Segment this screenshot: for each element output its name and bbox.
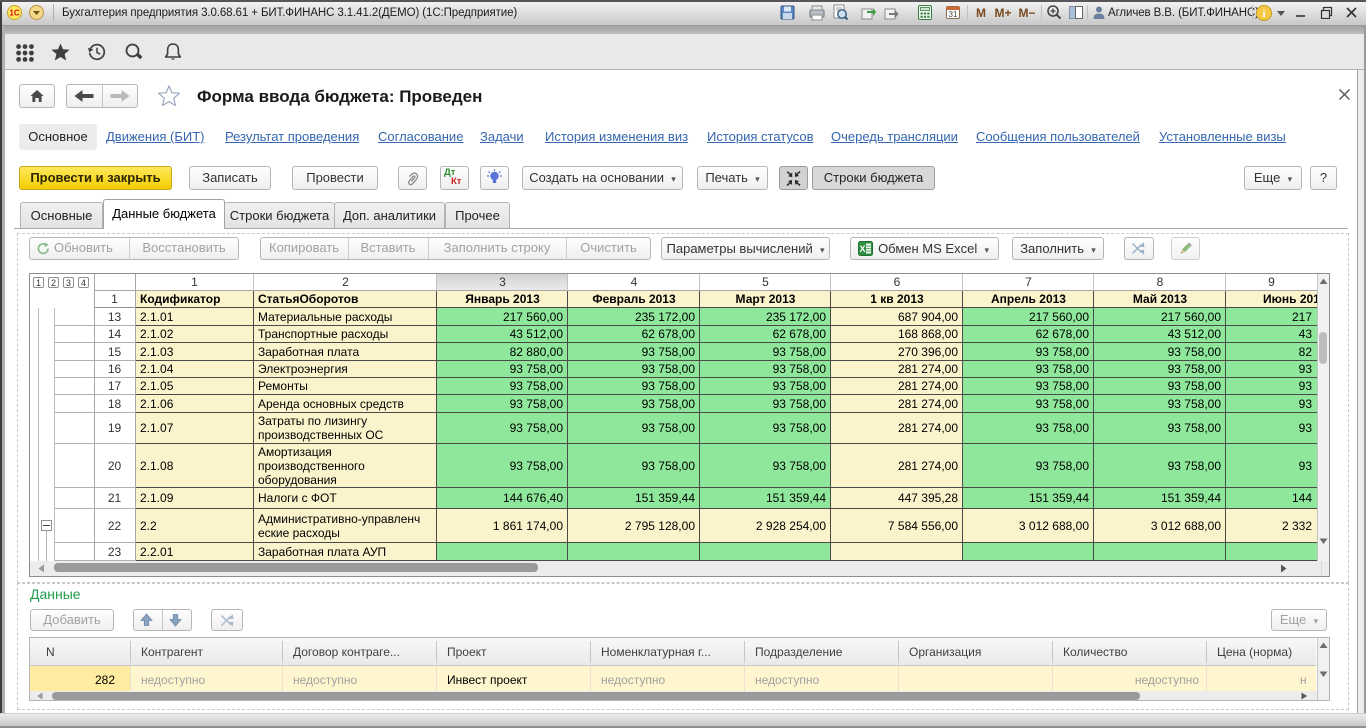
svg-text:X: X: [859, 244, 865, 254]
svg-text:1С: 1С: [9, 9, 19, 18]
svg-text:31: 31: [949, 10, 958, 19]
svg-text:i: i: [1262, 8, 1265, 20]
